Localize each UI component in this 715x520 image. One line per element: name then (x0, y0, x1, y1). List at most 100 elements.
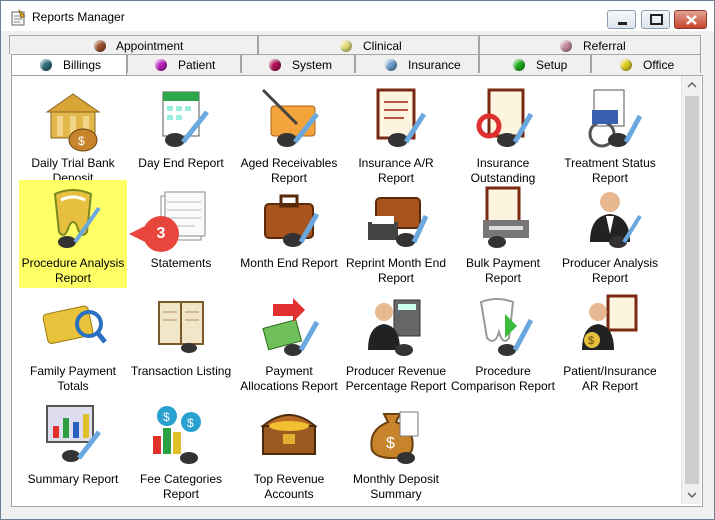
report-item[interactable]: Aged Receivables Report (235, 82, 343, 186)
briefcase-printer-icon (368, 197, 429, 247)
fee-categories-icon: $ $ (153, 406, 201, 464)
report-label: Producer Revenue Percentage Report (345, 364, 447, 393)
report-label: Patient/Insurance AR Report (563, 364, 657, 393)
svg-text:$: $ (386, 435, 395, 452)
report-item[interactable]: Bulk Payment Report (449, 182, 557, 286)
briefcase-icon (264, 194, 320, 247)
report-label: Summary Report (27, 472, 119, 486)
yellow-bullet-icon (340, 40, 352, 52)
report-item[interactable]: Payment Allocations Report (235, 290, 343, 394)
report-item[interactable]: Top Revenue Accounts (235, 398, 343, 502)
report-label: Top Revenue Accounts (253, 472, 325, 501)
tab-appointment[interactable]: Appointment (9, 35, 258, 54)
tab-label: Clinical (363, 39, 402, 53)
maximize-icon (650, 14, 663, 25)
report-item[interactable]: Procedure Analysis Report (19, 180, 127, 288)
close-button[interactable] (674, 10, 707, 29)
report-label: Month End Report (240, 256, 338, 270)
calendar-report-icon (162, 91, 209, 147)
window-title: Reports Manager (32, 10, 125, 24)
report-item[interactable]: Insurance A/R Report (342, 82, 450, 186)
tab-billings[interactable]: Billings (11, 54, 127, 75)
report-label: Fee Categories Report (139, 472, 223, 501)
magenta-bullet-icon (155, 59, 167, 71)
gold-bullet-icon (620, 59, 632, 71)
report-label: Day End Report (138, 156, 224, 170)
reports-panel: $ Daily Trial Bank Deposit Day End Report A… (11, 75, 703, 507)
close-icon (686, 15, 697, 25)
document-frame-icon (376, 88, 427, 147)
scroll-up-icon[interactable] (682, 76, 702, 94)
scroll-thumb[interactable] (685, 96, 699, 484)
minimize-icon (618, 22, 627, 25)
report-item[interactable]: Summary Report (19, 398, 127, 487)
bank-deposit-icon: $ (45, 93, 101, 152)
patient-insurance-icon: $ (582, 294, 638, 350)
tab-label: Office (643, 58, 675, 72)
report-label: Statements (150, 256, 212, 270)
report-item[interactable]: Treatment Status Report (556, 82, 664, 186)
vertical-scrollbar[interactable] (681, 76, 701, 504)
printer-document-icon (483, 186, 529, 248)
maximize-button[interactable] (641, 10, 670, 29)
report-label: Payment Allocations Report (240, 364, 338, 393)
tab-label: Setup (536, 58, 568, 72)
tab-insurance[interactable]: Insurance (355, 54, 479, 73)
blue-bullet-icon (385, 59, 397, 71)
tab-strip: Appointment Clinical Referral Billings P… (9, 35, 701, 75)
tab-patient[interactable]: Patient (127, 54, 241, 73)
report-item[interactable]: Insurance Outstanding (449, 82, 557, 186)
tab-label: Appointment (116, 39, 184, 53)
report-label: Producer Analysis Report (561, 256, 659, 285)
report-label: Procedure Analysis Report (21, 256, 125, 285)
app-icon (11, 9, 26, 26)
report-item[interactable]: Transaction Listing (127, 290, 235, 379)
notebook-icon (158, 301, 204, 353)
minimize-button[interactable] (607, 10, 636, 29)
report-item[interactable]: Reprint Month End Report (342, 182, 450, 286)
producer-icon (590, 192, 642, 248)
tab-label: Insurance (408, 58, 461, 72)
tab-office[interactable]: Office (591, 54, 701, 73)
tab-label: Patient (178, 58, 216, 72)
tab-system[interactable]: System (241, 54, 355, 73)
wheelchair-icon (588, 89, 643, 148)
report-label: Transaction Listing (130, 364, 232, 378)
lifebuoy-document-icon (476, 88, 534, 147)
money-bag-icon: $ (370, 411, 419, 464)
report-label: Bulk Payment Report (465, 256, 541, 285)
brown-bullet-icon (94, 40, 106, 52)
calculator-person-icon (368, 299, 421, 356)
report-item[interactable]: $ Patient/Insurance AR Report (556, 290, 664, 394)
teal-bullet-icon (40, 59, 52, 71)
tab-setup[interactable]: Setup (479, 54, 591, 73)
report-label: Reprint Month End Report (345, 256, 447, 285)
svg-text:$: $ (187, 416, 194, 430)
svg-text:$: $ (78, 134, 85, 148)
title-bar: Reports Manager (1, 1, 714, 31)
tab-clinical[interactable]: Clinical (258, 35, 479, 54)
treasure-chest-icon (260, 414, 318, 455)
credit-card-icon (42, 305, 107, 345)
svg-text:$: $ (588, 335, 594, 347)
tab-label: System (292, 58, 333, 72)
report-item[interactable]: Day End Report (127, 82, 235, 171)
report-item[interactable]: Procedure Comparison Report (449, 290, 557, 394)
folder-pen-icon (261, 88, 319, 147)
report-item[interactable]: Producer Analysis Report (556, 182, 664, 286)
callout-number: 3 (156, 225, 166, 242)
monitor-chart-icon (46, 405, 101, 462)
pink-bullet-icon (560, 40, 572, 52)
tab-label: Referral (583, 39, 626, 53)
report-item[interactable]: Producer Revenue Percentage Report (342, 290, 450, 394)
tab-referral[interactable]: Referral (479, 35, 701, 54)
report-item[interactable]: $ Daily Trial Bank Deposit (19, 82, 127, 186)
report-item[interactable]: Month End Report (235, 182, 343, 271)
green-bullet-icon (513, 59, 525, 71)
report-item[interactable]: $ $ Fee Categories Report (127, 398, 235, 502)
crimson-bullet-icon (269, 59, 281, 71)
report-item[interactable]: $ Monthly Deposit Summary (342, 398, 450, 502)
report-item[interactable]: Family Payment Totals (19, 290, 127, 394)
scroll-down-icon[interactable] (682, 486, 702, 504)
report-label: Procedure Comparison Report (450, 364, 556, 393)
